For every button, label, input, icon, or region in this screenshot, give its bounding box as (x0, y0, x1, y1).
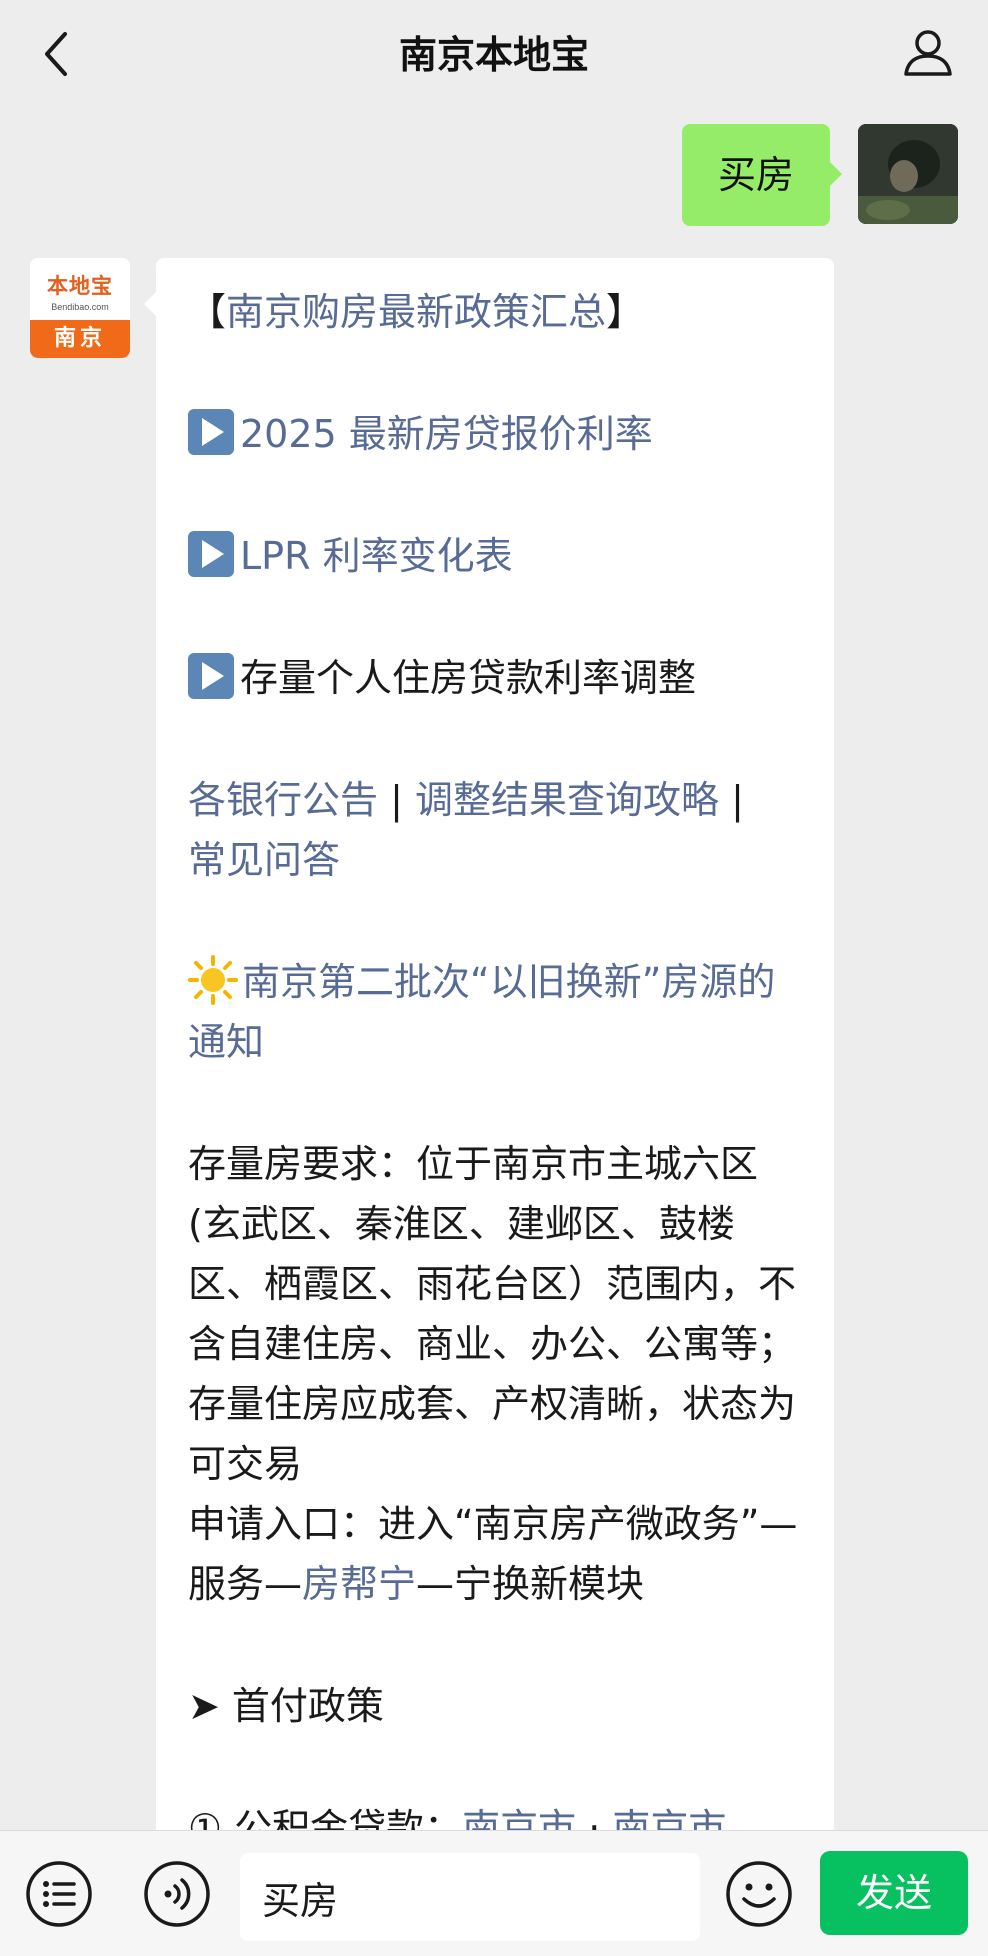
page-title: 南京本地宝 (398, 33, 589, 77)
requirement-paragraph: 存量房要求：位于南京市主城六区(玄武区、秦淮区、建邺区、鼓楼区、栖霞区、雨花台区… (188, 1142, 797, 1486)
lpr-table-link[interactable]: LPR 利率变化表 (240, 534, 513, 578)
loan-rates-link[interactable]: 2025 最新房贷报价利率 (240, 412, 653, 456)
separator: | (719, 778, 744, 822)
play-icon (188, 531, 234, 577)
input-bar: 发送 (0, 1830, 988, 1956)
user-message-bubble[interactable]: 买房 (681, 124, 843, 226)
faq-link[interactable]: 常见问答 (188, 838, 340, 882)
send-button[interactable]: 发送 (820, 1851, 968, 1935)
user-avatar[interactable] (858, 124, 958, 224)
play-icon (188, 653, 234, 699)
chat-screen: 南京本地宝 买房 本地宝 Bendibao.com 南京 【南京购房最新政策汇总… (0, 0, 988, 1956)
bank-links-line: 各银行公告 | 调整结果查询攻略 | 常见问答 (188, 770, 806, 890)
separator: | (378, 778, 415, 822)
voice-button[interactable] (142, 1859, 212, 1929)
rates-line: 2025 最新房贷报价利率 (188, 404, 806, 464)
bot-logo-text: 本地宝 (47, 274, 113, 298)
profile-button[interactable] (896, 20, 960, 84)
voice-icon (144, 1861, 210, 1927)
bot-avatar-city: 南京 (30, 320, 130, 358)
user-avatar-image (858, 124, 958, 224)
entry-suffix: —宁换新模块 (416, 1562, 645, 1606)
heading-bracket-open: 【 (188, 290, 227, 334)
emoji-button[interactable] (724, 1859, 794, 1929)
header-bar: 南京本地宝 (0, 0, 988, 110)
fang-bang-ning-link[interactable]: 房帮宁 (302, 1562, 416, 1606)
trade-in-notice-link[interactable]: 南京第二批次“以旧换新”房源的通知 (188, 960, 775, 1064)
play-icon (188, 409, 234, 455)
bot-avatar-logo: 本地宝 Bendibao.com (30, 258, 130, 320)
lpr-line: LPR 利率变化表 (188, 526, 806, 586)
query-guide-link[interactable]: 调整结果查询攻略 (415, 778, 719, 822)
emoji-icon (726, 1861, 792, 1927)
menu-button[interactable] (24, 1859, 94, 1929)
message-input[interactable] (240, 1853, 700, 1941)
down-payment-heading: ➤ 首付政策 (188, 1684, 384, 1728)
sun-icon (188, 955, 238, 1005)
policy-summary-link[interactable]: 南京购房最新政策汇总 (226, 290, 606, 334)
existing-loan-adjust-text: 存量个人住房贷款利率调整 (240, 656, 697, 700)
trade-in-line: 南京第二批次“以旧换新”房源的通知 (188, 952, 806, 1072)
adjust-line: 存量个人住房贷款利率调整 (188, 648, 806, 708)
user-message: 买房 (681, 124, 958, 226)
bot-avatar[interactable]: 本地宝 Bendibao.com 南京 (30, 258, 130, 358)
policy-heading: 【南京购房最新政策汇总】 (188, 282, 806, 342)
list-menu-icon (26, 1861, 92, 1927)
person-icon (904, 30, 952, 76)
entry-paragraph: 申请入口：进入“南京房产微政务”—服务—房帮宁—宁换新模块 (188, 1494, 806, 1614)
bot-message-bubble: 【南京购房最新政策汇总】 2025 最新房贷报价利率 LPR 利率变化表 存量个… (144, 258, 834, 1956)
bot-logo-sub: Bendibao.com (51, 302, 109, 312)
bank-notice-link[interactable]: 各银行公告 (188, 778, 378, 822)
heading-bracket-close: 】 (606, 290, 645, 334)
